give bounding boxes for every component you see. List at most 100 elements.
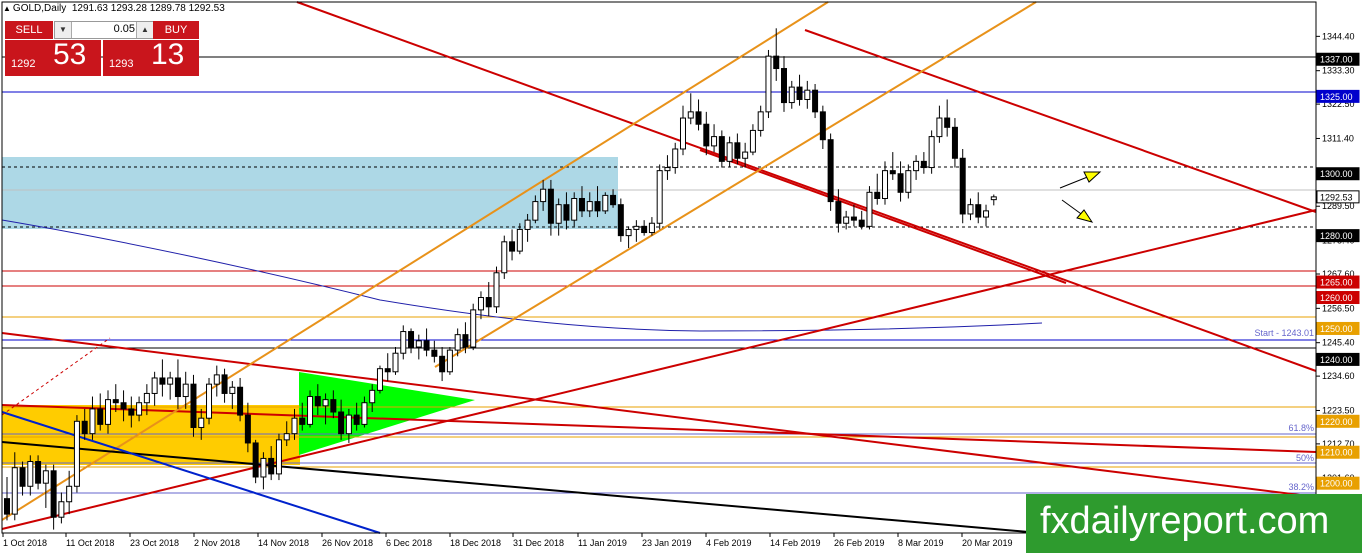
candle-body xyxy=(105,399,112,425)
candle xyxy=(726,136,733,168)
candle xyxy=(493,266,500,313)
annotation-618: 61.8% xyxy=(1288,423,1314,433)
candle-body xyxy=(97,408,104,425)
candle xyxy=(73,415,80,493)
candle-body xyxy=(229,386,236,394)
candle-body xyxy=(408,331,415,348)
x-tick-label: 23 Oct 2018 xyxy=(130,538,179,548)
candle xyxy=(392,347,399,375)
price-tag: 1200.00 xyxy=(1316,476,1360,490)
sell-price-box[interactable]: 1292 53 xyxy=(5,38,101,76)
candle-body xyxy=(516,228,523,252)
y-tick-label: 1333.30 xyxy=(1322,66,1355,76)
candle-body xyxy=(11,467,18,515)
candle-body xyxy=(944,117,951,128)
candle-body xyxy=(850,216,857,221)
y-tick-label: 1256.50 xyxy=(1322,303,1355,313)
chevron-up-icon[interactable]: ▲ xyxy=(136,22,153,38)
candle-body xyxy=(244,414,251,444)
candle xyxy=(42,464,49,508)
x-tick-label: 20 Mar 2019 xyxy=(962,538,1013,548)
sell-button[interactable]: SELL xyxy=(5,21,53,39)
x-tick-label: 11 Jan 2019 xyxy=(578,538,627,548)
black-trendline xyxy=(1,441,1041,534)
candle xyxy=(237,377,244,422)
lot-size-value[interactable]: 0.05 xyxy=(73,23,135,35)
candle-body xyxy=(4,498,10,515)
candle xyxy=(439,347,446,382)
x-tick-label: 4 Feb 2019 xyxy=(706,538,752,548)
candle-body xyxy=(547,188,554,224)
candle-body xyxy=(540,188,547,203)
price-tag-label: 1220.00 xyxy=(1320,417,1353,427)
candle-body xyxy=(648,222,655,234)
candle-body xyxy=(206,383,213,419)
candle xyxy=(928,130,935,174)
candle xyxy=(975,192,982,224)
buy-price-box[interactable]: 1293 13 xyxy=(103,38,199,76)
candle-body xyxy=(470,309,477,348)
candle xyxy=(983,204,990,227)
candle-body xyxy=(462,334,469,348)
candle xyxy=(89,396,96,440)
buy-button[interactable]: BUY xyxy=(153,21,199,39)
candle-body xyxy=(524,219,531,230)
candle-body xyxy=(920,160,927,169)
candle xyxy=(874,173,881,205)
annotation-50: 50% xyxy=(1296,453,1314,463)
candle xyxy=(866,186,873,230)
candle-body xyxy=(555,204,562,224)
red-line-lower-channel xyxy=(699,149,1067,284)
candle-body xyxy=(687,111,694,119)
candle-body xyxy=(586,201,593,212)
candle xyxy=(819,105,826,149)
candle-body xyxy=(120,402,127,410)
x-tick-label: 8 Mar 2019 xyxy=(898,538,944,548)
candle-body xyxy=(136,402,143,416)
price-tag-label: 1250.00 xyxy=(1320,324,1353,334)
price-tag: 1240.00 xyxy=(1316,352,1360,366)
candle-body xyxy=(633,225,640,230)
chevron-down-icon[interactable]: ▼ xyxy=(55,22,72,38)
candle-body xyxy=(221,374,228,394)
candle-body xyxy=(66,485,73,503)
candle-body xyxy=(990,196,997,201)
candle-body xyxy=(322,399,329,407)
candle-body xyxy=(983,210,990,218)
candle xyxy=(470,303,477,351)
sell-price-small: 1292 xyxy=(11,58,36,70)
candle xyxy=(757,105,764,137)
candle xyxy=(718,130,725,168)
price-tag: 1265.00 xyxy=(1316,275,1360,289)
candle-body xyxy=(415,340,422,348)
candle-body xyxy=(42,470,49,484)
candle-body xyxy=(975,204,982,218)
x-tick-label: 2 Nov 2018 xyxy=(194,538,240,548)
candle xyxy=(446,347,453,375)
lot-size-field[interactable]: ▼ 0.05 ▲ xyxy=(54,21,154,39)
candle-body xyxy=(446,349,453,373)
one-click-trading-panel: SELL ▼ 0.05 ▲ BUY 1292 53 1293 13 xyxy=(5,19,200,77)
candle xyxy=(858,210,865,230)
candle xyxy=(229,381,236,409)
price-tag-label: 1260.00 xyxy=(1320,293,1353,303)
x-tick-label: 18 Dec 2018 xyxy=(450,538,501,548)
candle xyxy=(664,155,671,180)
candle-body xyxy=(431,349,438,357)
candle xyxy=(159,359,166,397)
candle-body xyxy=(765,55,772,113)
candle-body xyxy=(843,216,850,224)
candle-body xyxy=(897,173,904,193)
price-tag-label: 1265.00 xyxy=(1320,278,1353,288)
candle-body xyxy=(602,194,609,212)
candle-body xyxy=(89,408,96,435)
y-axis: 1344.401333.301322.501311.401300.601289.… xyxy=(1316,31,1355,518)
x-tick-label: 26 Feb 2019 xyxy=(834,538,885,548)
candle-body xyxy=(571,197,578,221)
candle-body xyxy=(167,377,174,385)
candle xyxy=(835,189,842,233)
annotation-382: 38.2% xyxy=(1288,482,1314,492)
candle-body xyxy=(423,340,430,351)
candle-body xyxy=(749,129,756,153)
price-tag-label: 1292.53 xyxy=(1320,192,1353,202)
